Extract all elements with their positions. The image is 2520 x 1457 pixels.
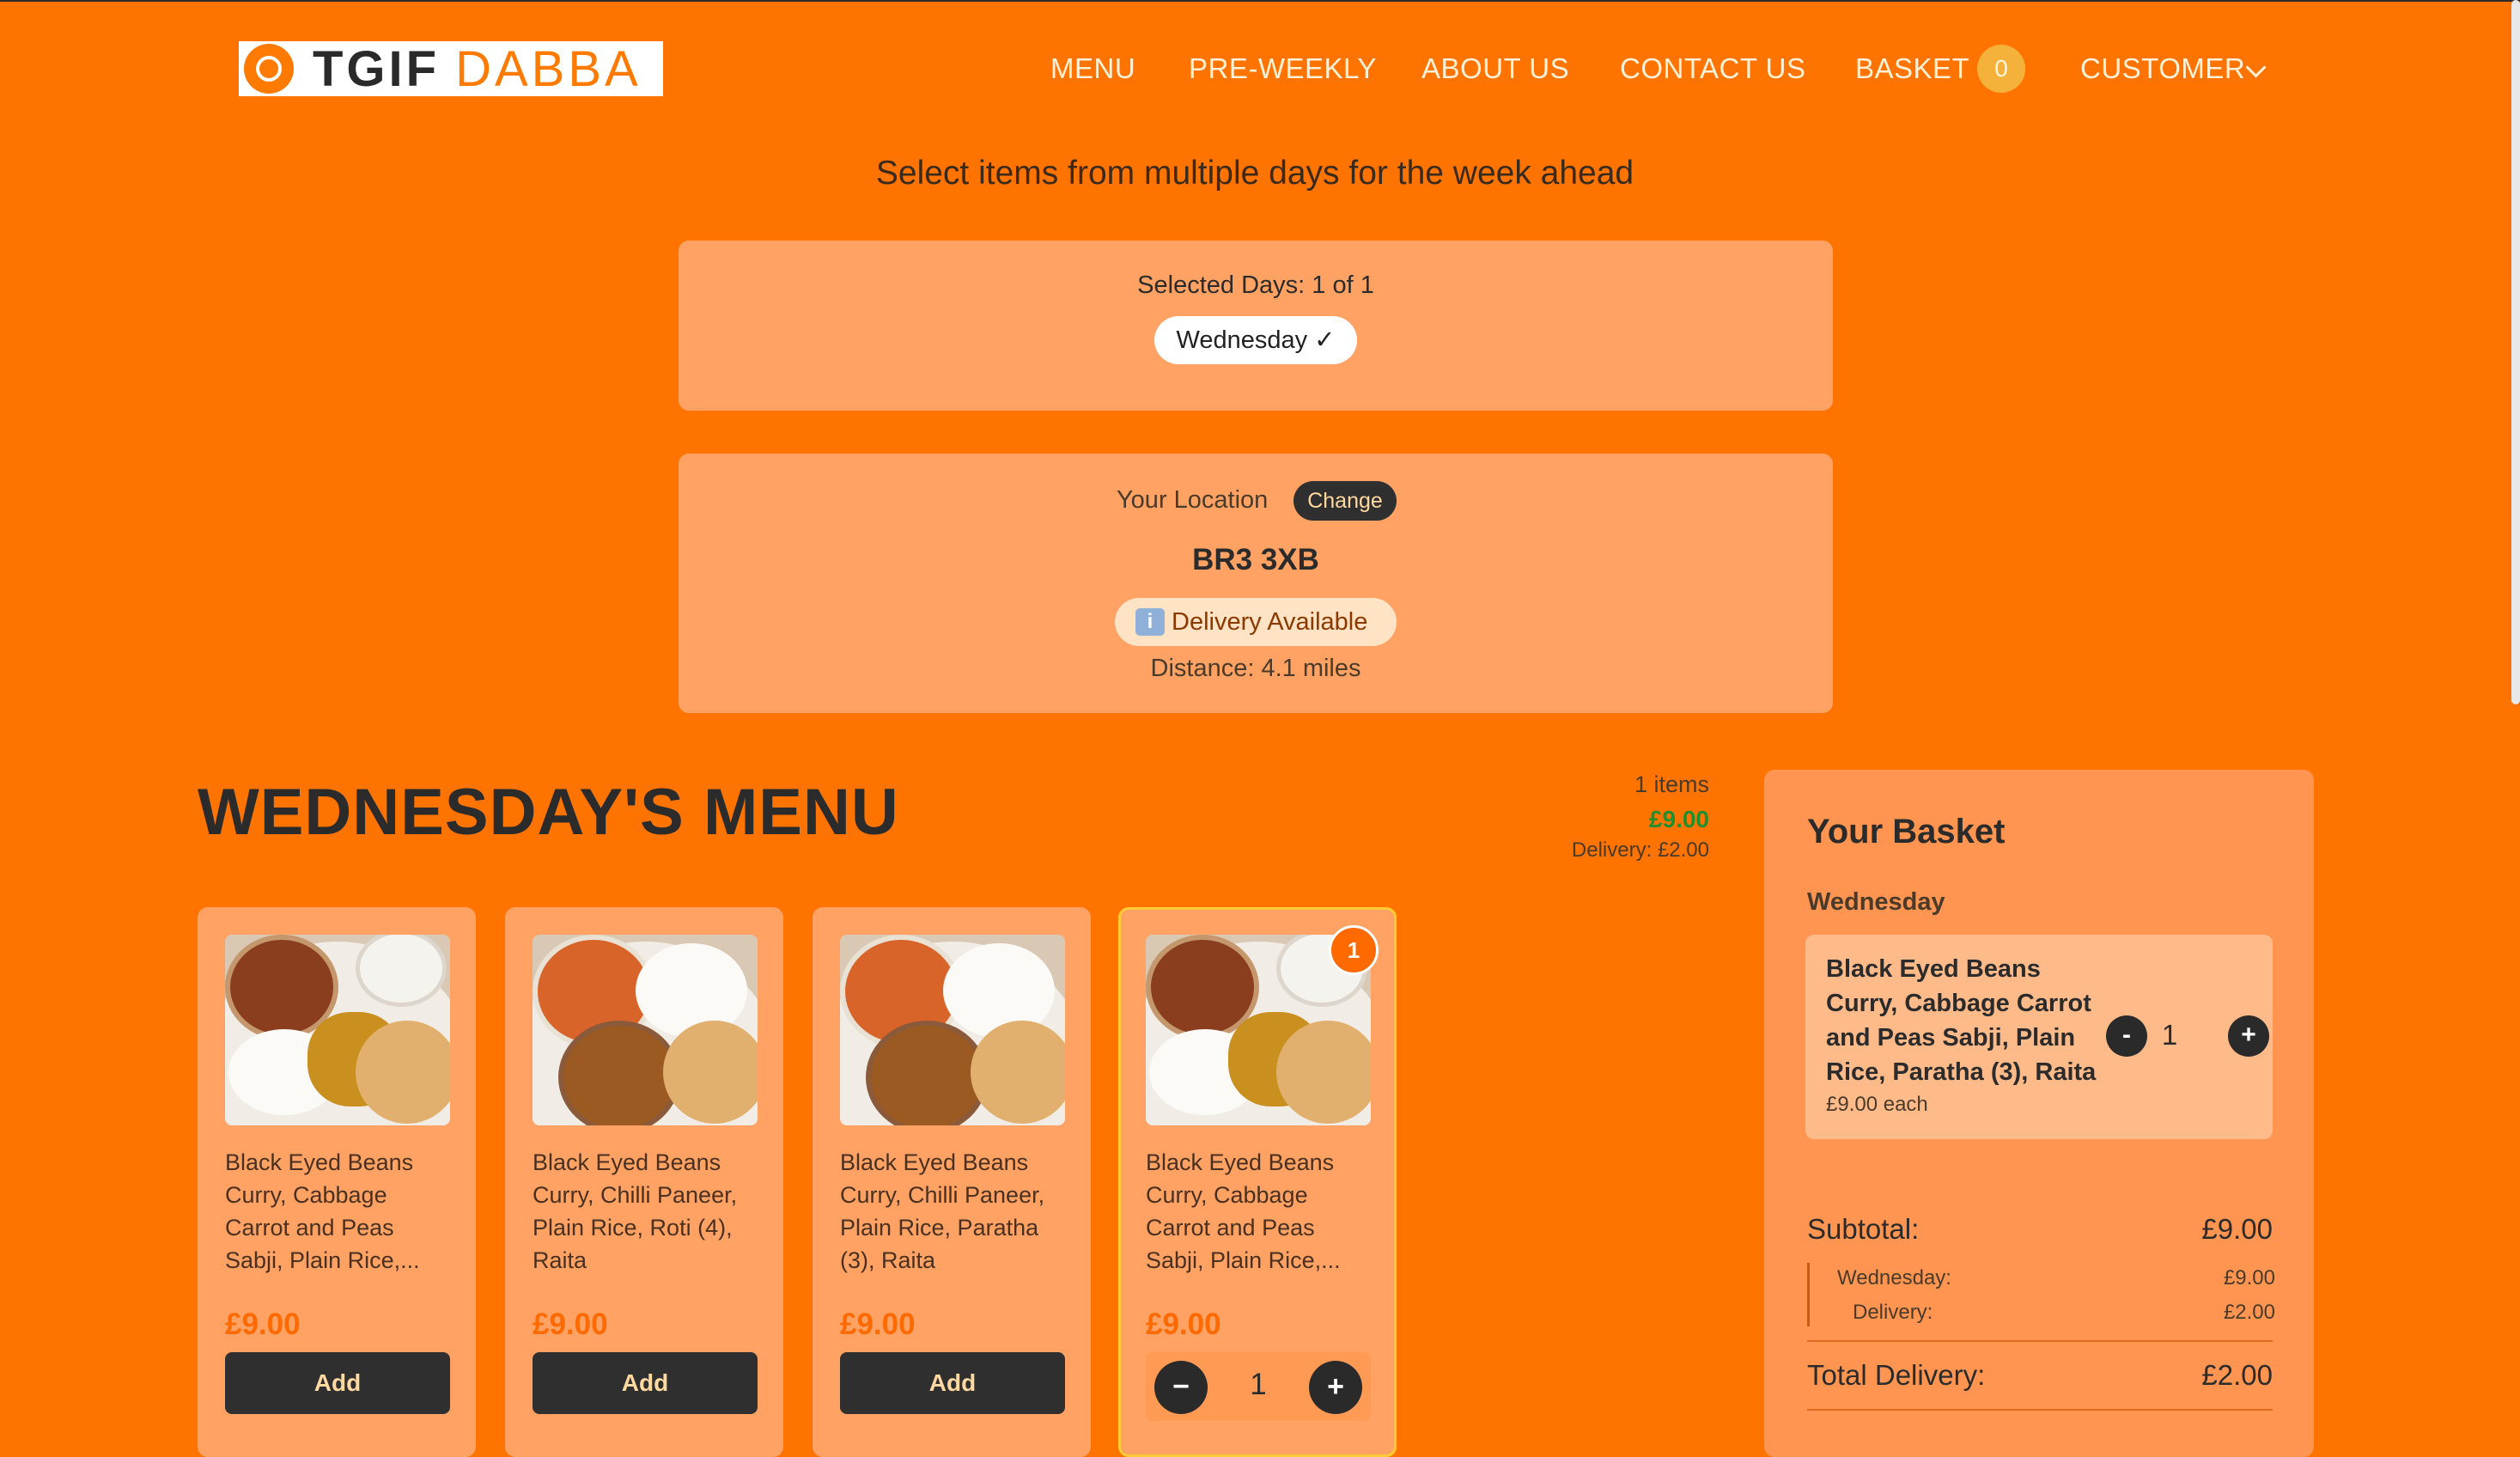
delivery-status-badge: i Delivery Available xyxy=(1115,598,1397,646)
nav-basket[interactable]: BASKET xyxy=(1855,50,1969,88)
increase-button[interactable]: + xyxy=(1309,1361,1362,1414)
nav-contact-us[interactable]: CONTACT US xyxy=(1620,50,1805,88)
add-button[interactable]: Add xyxy=(533,1352,758,1414)
distance-text: Distance: 4.1 miles xyxy=(1150,655,1361,682)
selected-days-label: Selected Days: 1 of 1 xyxy=(1137,271,1374,299)
selected-days-panel: Selected Days: 1 of 1 Wednesday ✓ xyxy=(679,241,1833,411)
summary-items: 1 items xyxy=(1634,771,1709,797)
top-border xyxy=(0,0,2520,2)
basket-decrease-button[interactable]: - xyxy=(2106,1015,2147,1057)
meal-price: £9.00 xyxy=(1146,1308,1221,1341)
meal-name: Black Eyed Beans Curry, Cabbage Carrot a… xyxy=(225,1149,420,1273)
main-nav: MENU PRE-WEEKLY ABOUT US CONTACT US BASK… xyxy=(0,45,2520,93)
basket-item-qty: 1 xyxy=(2161,1019,2178,1051)
breakdown-day-value: £9.00 xyxy=(2223,1266,2275,1289)
summary-delivery: Delivery: £2.00 xyxy=(1571,838,1709,862)
breakdown-delivery-value: £2.00 xyxy=(2223,1301,2275,1324)
nav-pre-weekly[interactable]: PRE-WEEKLY xyxy=(1189,50,1377,88)
meal-image xyxy=(533,935,758,1125)
info-icon: i xyxy=(1135,608,1165,636)
basket-item-name: Black Eyed Beans Curry, Cabbage Carrot a… xyxy=(1826,955,2097,1086)
meal-name: Black Eyed Beans Curry, Cabbage Carrot a… xyxy=(1146,1149,1341,1273)
menu-card[interactable]: Black Eyed Beans Curry, Chilli Paneer, P… xyxy=(813,907,1091,1457)
meal-name: Black Eyed Beans Curry, Chilli Paneer, P… xyxy=(533,1149,738,1273)
meal-price: £9.00 xyxy=(533,1308,608,1341)
menu-card-selected[interactable]: 1 Black Eyed Beans Curry, Cabbage Carrot… xyxy=(1118,907,1397,1457)
page-scrollbar[interactable] xyxy=(2511,0,2520,704)
basket-increase-button[interactable]: + xyxy=(2228,1015,2269,1057)
breakdown-delivery-label: Delivery: xyxy=(1853,1301,1933,1324)
total-delivery-label: Total Delivery: xyxy=(1807,1359,1986,1391)
page-subtitle: Select items from multiple days for the … xyxy=(875,155,1634,192)
nav-customer[interactable]: CUSTOMER xyxy=(2080,50,2245,88)
meal-price: £9.00 xyxy=(225,1308,301,1341)
total-delivery-value: £2.00 xyxy=(2201,1359,2273,1391)
divider xyxy=(1807,1340,2273,1342)
nav-menu[interactable]: MENU xyxy=(1050,50,1135,88)
menu-title: WEDNESDAY'S MENU xyxy=(198,776,899,849)
subtotal-row: Subtotal: £9.00 xyxy=(1807,1213,2273,1246)
divider xyxy=(1807,1409,2273,1411)
change-location-button[interactable]: Change xyxy=(1293,481,1397,521)
quantity-stepper: − 1 + xyxy=(1146,1352,1371,1421)
chevron-down-icon[interactable] xyxy=(2245,57,2267,78)
total-delivery-row: Total Delivery: £2.00 xyxy=(1807,1359,2273,1392)
add-button[interactable]: Add xyxy=(840,1352,1065,1414)
subtotal-breakdown: Wednesday: £9.00 Delivery: £2.00 xyxy=(1807,1263,2275,1326)
location-panel: Your Location Change BR3 3XB i Delivery … xyxy=(679,454,1833,713)
meal-name: Black Eyed Beans Curry, Chilli Paneer, P… xyxy=(840,1149,1045,1273)
nav-about-us[interactable]: ABOUT US xyxy=(1421,50,1569,88)
breakdown-row: Delivery: £2.00 xyxy=(1853,1301,2275,1325)
basket-count-badge[interactable]: 0 xyxy=(1977,45,2025,93)
breakdown-day-label: Wednesday: xyxy=(1837,1266,1951,1289)
breakdown-row: Wednesday: £9.00 xyxy=(1837,1266,2275,1290)
menu-card[interactable]: Black Eyed Beans Curry, Chilli Paneer, P… xyxy=(505,907,783,1457)
subtotal-value: £9.00 xyxy=(2201,1213,2273,1245)
day-chip-wednesday[interactable]: Wednesday ✓ xyxy=(1154,316,1357,364)
basket-item-each-price: £9.00 each xyxy=(1826,1093,1928,1116)
add-button[interactable]: Add xyxy=(225,1352,450,1414)
postcode: BR3 3XB xyxy=(1192,543,1319,576)
menu-card[interactable]: Black Eyed Beans Curry, Cabbage Carrot a… xyxy=(198,907,476,1457)
summary-price: £9.00 xyxy=(1648,806,1709,832)
quantity-badge: 1 xyxy=(1329,925,1379,975)
basket-item: Black Eyed Beans Curry, Cabbage Carrot a… xyxy=(1805,935,2273,1139)
basket-day: Wednesday xyxy=(1807,888,1945,916)
basket-panel: Your Basket Wednesday Black Eyed Beans C… xyxy=(1764,770,2314,1457)
delivery-status-text: Delivery Available xyxy=(1172,608,1368,636)
meal-image xyxy=(225,935,450,1125)
location-label: Your Location xyxy=(1117,486,1269,514)
meal-image xyxy=(840,935,1065,1125)
meal-price: £9.00 xyxy=(840,1308,916,1341)
subtotal-label: Subtotal: xyxy=(1807,1213,1920,1245)
basket-title: Your Basket xyxy=(1807,813,2006,850)
